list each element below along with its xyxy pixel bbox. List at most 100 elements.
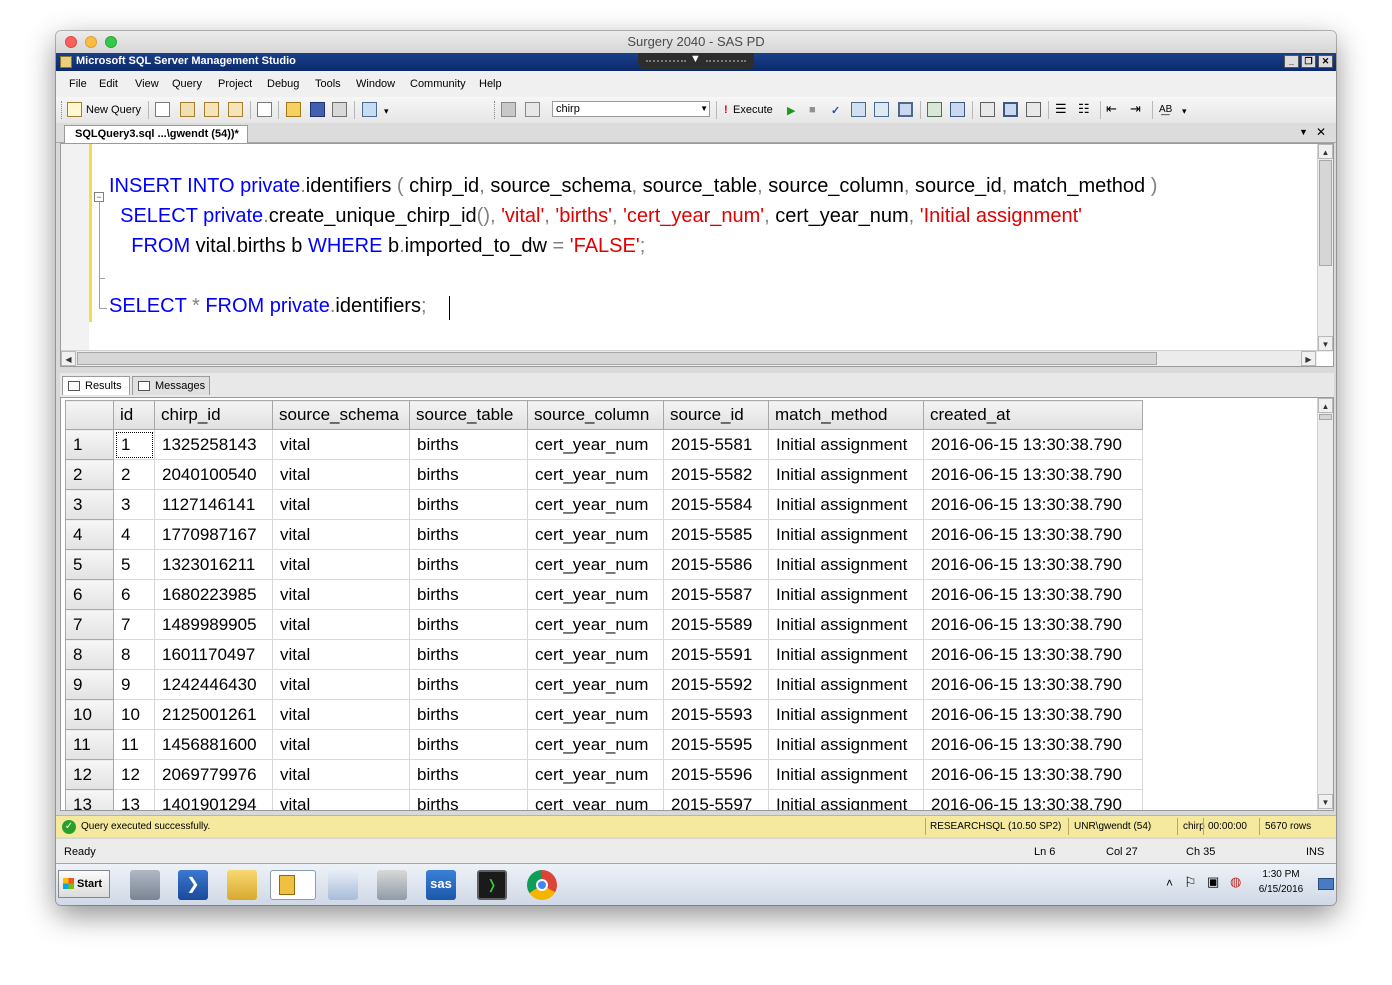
show-desktop-icon[interactable] — [1318, 878, 1334, 890]
row-number[interactable]: 2 — [65, 459, 114, 490]
editor-horizontal-scrollbar[interactable]: ◀ ▶ — [61, 350, 1317, 366]
menu-edit[interactable]: Edit — [99, 78, 118, 90]
grid-cell[interactable]: 2015-5596 — [663, 759, 769, 790]
grid-cell[interactable]: births — [409, 729, 528, 760]
specify-values-icon[interactable]: A͟B — [1159, 104, 1172, 115]
grid-cell[interactable]: Initial assignment — [768, 789, 924, 810]
table-row[interactable]: 2 2 2040100540 vital births cert_year_num 2015… — [65, 459, 1143, 490]
grid-cell[interactable]: 2016-06-15 13:30:38.790 — [923, 519, 1143, 550]
menu-view[interactable]: View — [135, 78, 159, 90]
close-tab-icon[interactable]: ✕ — [1316, 125, 1326, 139]
grid-cell[interactable]: 2015-5586 — [663, 549, 769, 580]
file-explorer-icon[interactable] — [227, 870, 257, 900]
restore-button[interactable]: ❐ — [1301, 55, 1316, 68]
grid-cell[interactable]: vital — [272, 459, 410, 490]
close-button[interactable]: ✕ — [1318, 55, 1333, 68]
row-number[interactable]: 9 — [65, 669, 114, 700]
grid-cell[interactable]: 1489989905 — [154, 609, 273, 640]
scroll-left-icon[interactable]: ◀ — [61, 351, 76, 366]
client-statistics-icon[interactable] — [950, 102, 965, 117]
grid-cell[interactable]: births — [409, 519, 528, 550]
column-header[interactable]: source_column — [527, 400, 664, 430]
grid-cell[interactable]: 3 — [113, 489, 155, 520]
table-row[interactable]: 8 8 1601170497 vital births cert_year_num 2015… — [65, 639, 1143, 670]
activity-monitor-icon[interactable] — [362, 102, 377, 117]
grid-cell[interactable]: Initial assignment — [768, 489, 924, 520]
grid-cell[interactable]: vital — [272, 729, 410, 760]
column-header[interactable]: created_at — [923, 400, 1143, 430]
grid-cell[interactable]: births — [409, 759, 528, 790]
tab-sqlquery3[interactable]: SQLQuery3.sql ...\gwendt (54))* — [64, 125, 248, 143]
menu-project[interactable]: Project — [218, 78, 252, 90]
grid-cell[interactable]: 2015-5584 — [663, 489, 769, 520]
grid-cell[interactable]: births — [409, 789, 528, 810]
analysis-query-icon[interactable] — [204, 102, 219, 117]
grid-cell[interactable]: Initial assignment — [768, 639, 924, 670]
table-row[interactable]: 1 1 1325258143 vital births cert_year_num 2015… — [65, 429, 1143, 460]
grid-cell[interactable]: 1323016211 — [154, 549, 273, 580]
tab-messages[interactable]: Messages — [132, 376, 210, 395]
grid-cell[interactable]: 2015-5581 — [663, 429, 769, 460]
column-header[interactable]: chirp_id — [154, 400, 273, 430]
grid-cell[interactable]: vital — [272, 699, 410, 730]
results-to-grid-icon[interactable] — [898, 102, 913, 117]
compact-query-icon[interactable] — [257, 102, 272, 117]
row-number[interactable]: 13 — [65, 789, 114, 810]
console-icon[interactable]: ❭ — [477, 870, 507, 900]
column-header[interactable]: source_schema — [272, 400, 410, 430]
column-header[interactable]: source_table — [409, 400, 528, 430]
grid-cell[interactable]: 1401901294 — [154, 789, 273, 810]
grid-cell[interactable]: vital — [272, 669, 410, 700]
print-icon[interactable] — [332, 102, 347, 117]
column-header[interactable]: source_id — [663, 400, 769, 430]
grid-cell[interactable]: births — [409, 669, 528, 700]
grid-cell[interactable]: 1601170497 — [154, 639, 273, 670]
grid-cell[interactable]: 2015-5597 — [663, 789, 769, 810]
grid-cell[interactable]: 12 — [113, 759, 155, 790]
editor-hscroll-thumb[interactable] — [77, 352, 1157, 365]
editor-vscroll-thumb[interactable] — [1319, 160, 1332, 266]
grid-scroll-up-icon[interactable]: ▲ — [1318, 398, 1333, 413]
grid-cell[interactable]: vital — [272, 579, 410, 610]
grid-cell[interactable]: births — [409, 429, 528, 460]
grid-cell[interactable]: births — [409, 549, 528, 580]
row-number[interactable]: 6 — [65, 579, 114, 610]
grid-cell[interactable]: 10 — [113, 699, 155, 730]
menu-file[interactable]: File — [69, 78, 87, 90]
grid-cell[interactable]: 13 — [113, 789, 155, 810]
menu-query[interactable]: Query — [172, 78, 202, 90]
new-file-icon[interactable] — [155, 102, 170, 117]
grid-cell[interactable]: 2016-06-15 13:30:38.790 — [923, 789, 1143, 810]
grid-corner[interactable] — [65, 400, 114, 430]
grid-cell[interactable]: births — [409, 699, 528, 730]
object-explorer-icon[interactable] — [501, 102, 516, 117]
toolbar-overflow-icon-2[interactable]: ▾ — [1182, 106, 1187, 117]
grid-cell[interactable]: vital — [272, 639, 410, 670]
menu-tools[interactable]: Tools — [315, 78, 341, 90]
server-manager-icon[interactable] — [130, 870, 160, 900]
comment-icon[interactable]: ☰ — [1055, 101, 1067, 117]
grid-cell[interactable]: 2016-06-15 13:30:38.790 — [923, 729, 1143, 760]
grid-vscroll-thumb[interactable] — [1319, 414, 1332, 420]
results-grid[interactable]: id chirp_id source_schema source_table sourc… — [65, 400, 1143, 810]
table-row[interactable]: 3 3 1127146141 vital births cert_year_num 2015… — [65, 489, 1143, 520]
grid-cell[interactable]: vital — [272, 609, 410, 640]
results-to-text-icon[interactable] — [980, 102, 995, 117]
results-grid-toggle-icon[interactable] — [1003, 102, 1018, 117]
new-query-button[interactable]: New Query — [86, 104, 141, 116]
toolbar-overflow-icon[interactable]: ▾ — [384, 106, 389, 117]
grid-cell[interactable]: 9 — [113, 669, 155, 700]
grid-cell[interactable]: Initial assignment — [768, 729, 924, 760]
grid-cell[interactable]: 2016-06-15 13:30:38.790 — [923, 549, 1143, 580]
clock-time[interactable]: 1:30 PM — [1256, 869, 1306, 880]
grid-cell[interactable]: 6 — [113, 579, 155, 610]
grid-cell[interactable]: cert_year_num — [527, 549, 664, 580]
grid-cell[interactable]: cert_year_num — [527, 519, 664, 550]
grid-cell[interactable]: 1127146141 — [154, 489, 273, 520]
table-row[interactable]: 7 7 1489989905 vital births cert_year_num 2015… — [65, 609, 1143, 640]
results-to-file-icon[interactable] — [1026, 102, 1041, 117]
column-header[interactable]: match_method — [768, 400, 924, 430]
row-number[interactable]: 8 — [65, 639, 114, 670]
grid-cell[interactable]: 8 — [113, 639, 155, 670]
grid-cell[interactable]: cert_year_num — [527, 489, 664, 520]
